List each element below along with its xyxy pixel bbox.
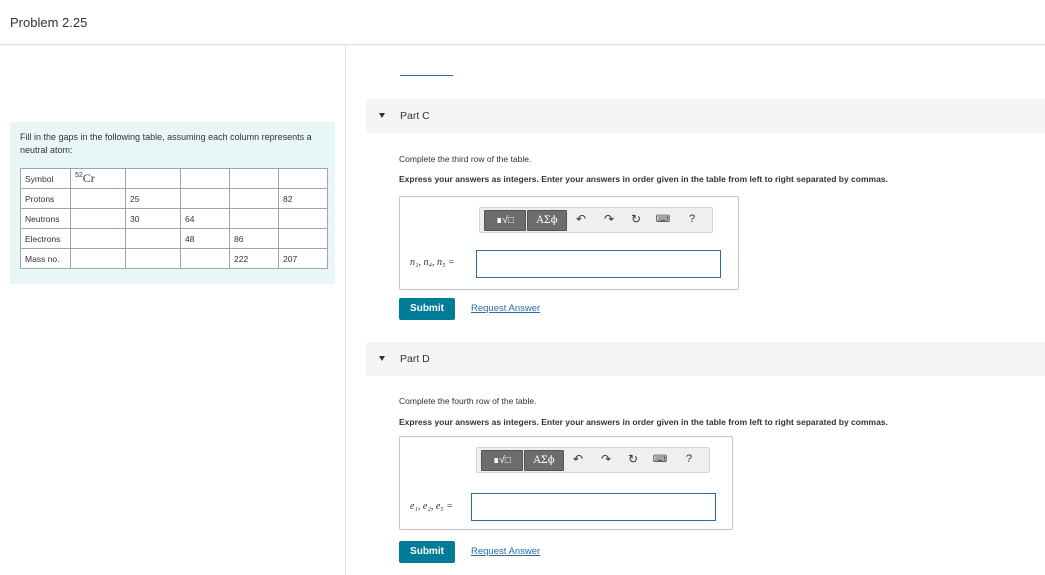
table-cell: 82 [278,188,328,209]
part-d-title: Part D [400,353,430,365]
table-cell: 48 [180,228,230,249]
top-divider-line [400,75,453,76]
table-cell [278,228,328,249]
element-symbol: 52Cr [75,171,95,185]
table-cell [125,248,181,269]
page-title: Problem 2.25 [10,15,88,30]
table-cell [70,208,126,229]
atom-table: Symbol 52Cr Protons 25 82 Neutrons 30 64… [20,168,328,269]
problem-intro: Fill in the gaps in the following table,… [20,132,312,155]
part-c-submit-button[interactable]: Submit [399,298,455,320]
table-cell: 52Cr [70,168,126,189]
problem-statement: Fill in the gaps in the following table,… [10,122,335,284]
reset-icon[interactable]: ↻ [627,210,645,229]
table-cell: 30 [125,208,181,229]
part-c-instruction: Complete the third row of the table. [399,154,532,164]
help-icon[interactable]: ? [680,450,698,469]
table-cell [278,208,328,229]
table-cell [278,168,328,189]
part-d-submit-button[interactable]: Submit [399,541,455,563]
table-row: Symbol 52Cr [20,168,328,189]
undo-icon[interactable]: ↶ [569,450,587,469]
table-cell [70,228,126,249]
part-d-header[interactable]: Part D [366,342,1045,376]
part-c-express: Express your answers as integers. Enter … [399,174,888,184]
table-header-cell: Protons [20,188,71,209]
table-cell [229,188,279,209]
redo-icon[interactable]: ↷ [597,450,615,469]
table-row: Neutrons 30 64 [20,208,328,229]
part-c-header[interactable]: Part C [366,99,1045,133]
math-toolbar: ∎√□ ΑΣϕ ↶ ↷ ↻ ⌨ ? [479,207,713,233]
reset-icon[interactable]: ↻ [624,450,642,469]
table-header-cell: Electrons [20,228,71,249]
part-d-express: Express your answers as integers. Enter … [399,417,888,427]
part-c-variable-label: n₁, n₄, n₅ = [410,257,455,268]
symbols-button[interactable]: ΑΣϕ [527,210,567,231]
math-toolbar: ∎√□ ΑΣϕ ↶ ↷ ↻ ⌨ ? [476,447,710,473]
table-cell [70,248,126,269]
symbols-button[interactable]: ΑΣϕ [524,450,564,471]
table-cell [125,228,181,249]
part-d-request-answer-link[interactable]: Request Answer [471,546,540,557]
keyboard-icon[interactable]: ⌨ [651,450,669,469]
part-c-request-answer-link[interactable]: Request Answer [471,303,540,314]
part-c-answer-input[interactable] [476,250,721,278]
table-cell [229,168,279,189]
part-d-variable-label: e₁, e₂, e₅ = [410,501,453,512]
page-header: Problem 2.25 [0,0,1045,45]
table-row: Electrons 48 86 [20,228,328,249]
table-header-cell: Neutrons [20,208,71,229]
keyboard-icon[interactable]: ⌨ [654,210,672,229]
part-c-title: Part C [400,110,430,122]
table-cell: 25 [125,188,181,209]
part-d-instruction: Complete the fourth row of the table. [399,396,537,406]
table-cell [180,168,230,189]
table-header-cell: Mass no. [20,248,71,269]
table-cell: 86 [229,228,279,249]
table-cell: 64 [180,208,230,229]
part-d-answer-box: ∎√□ ΑΣϕ ↶ ↷ ↻ ⌨ ? e₁, e₂, e₅ = [399,436,733,530]
help-icon[interactable]: ? [683,210,701,229]
table-cell [180,248,230,269]
table-cell [229,208,279,229]
table-header-cell: Symbol [20,168,71,189]
undo-icon[interactable]: ↶ [572,210,590,229]
table-cell [180,188,230,209]
table-cell: 222 [229,248,279,269]
templates-button[interactable]: ∎√□ [484,210,526,231]
collapse-triangle-icon[interactable] [379,356,385,361]
part-c-answer-box: ∎√□ ΑΣϕ ↶ ↷ ↻ ⌨ ? n₁, n₄, n₅ = [399,196,739,290]
redo-icon[interactable]: ↷ [600,210,618,229]
templates-button[interactable]: ∎√□ [481,450,523,471]
table-row: Protons 25 82 [20,188,328,209]
collapse-triangle-icon[interactable] [379,113,385,118]
table-cell [70,188,126,209]
table-cell: 207 [278,248,328,269]
part-d-answer-input[interactable] [471,493,716,521]
table-row: Mass no. 222 207 [20,248,328,269]
column-divider [345,45,346,575]
table-cell [125,168,181,189]
